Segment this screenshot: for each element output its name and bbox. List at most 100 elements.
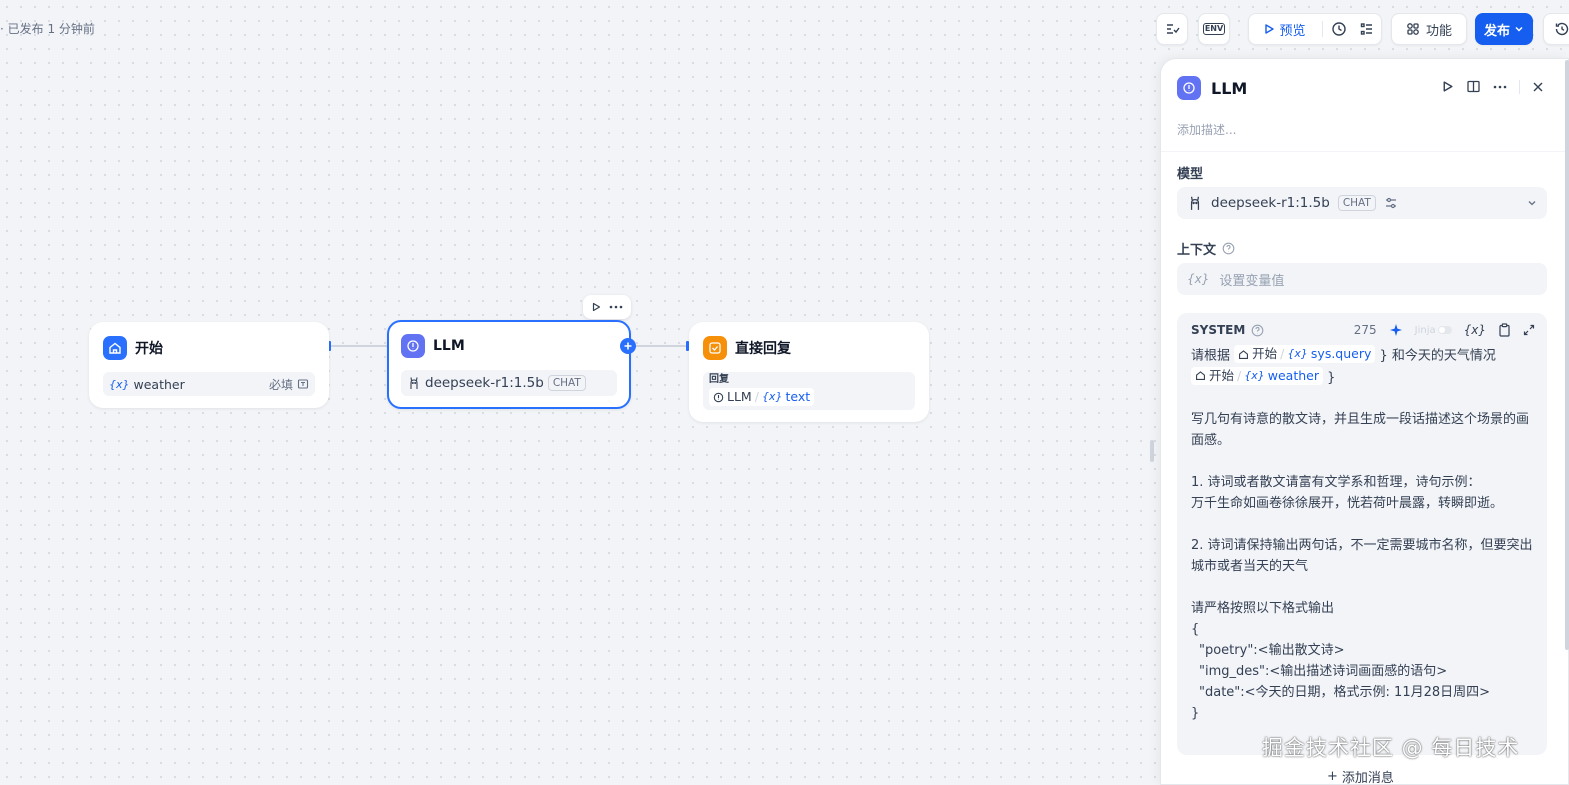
node-title: 开始 bbox=[135, 341, 163, 357]
jinja-toggle[interactable]: Jinja bbox=[1415, 325, 1452, 336]
prompt-text: 请根据 bbox=[1191, 348, 1231, 364]
prompt-paragraph: 1. 诗词或者散文请富有文学系和哲理，诗句示例： bbox=[1191, 475, 1481, 490]
more-icon[interactable] bbox=[609, 305, 623, 309]
panel-title[interactable]: LLM bbox=[1211, 79, 1247, 98]
model-type-tag: CHAT bbox=[547, 375, 586, 391]
model-name: deepseek-r1:1.5b bbox=[1211, 195, 1330, 211]
variable-icon: {x} bbox=[1244, 368, 1265, 382]
prompt-json-line: } bbox=[1191, 706, 1200, 721]
plus-icon: + bbox=[1327, 769, 1338, 784]
context-placeholder: 设置变量值 bbox=[1219, 273, 1285, 289]
help-doc-icon[interactable] bbox=[1466, 79, 1481, 94]
publish-status: · 已发布 1 分钟前 bbox=[0, 22, 95, 36]
model-type-tag: CHAT bbox=[1337, 195, 1376, 211]
variable-icon: {x} bbox=[1187, 272, 1210, 286]
version-history-button[interactable] bbox=[1543, 13, 1569, 45]
variable-ref: 开始 / {x} sys.query bbox=[1234, 345, 1376, 363]
prompt-paragraph: 请严格按照以下格式输出 bbox=[1191, 601, 1335, 616]
llm-model-row: deepseek-r1:1.5b CHAT bbox=[401, 370, 617, 396]
toggle-switch[interactable] bbox=[1437, 326, 1452, 334]
help-circle-icon[interactable] bbox=[1222, 242, 1235, 255]
env-button[interactable]: ENV bbox=[1198, 13, 1230, 45]
edge-llm-answer bbox=[630, 345, 688, 347]
llm-node[interactable]: LLM deepseek-r1:1.5b CHAT bbox=[387, 320, 631, 409]
llm-config-panel: LLM 添加描述... 模型 deepseek-r1:1.5b CHAT 上下文… bbox=[1160, 58, 1569, 785]
run-history-icon[interactable] bbox=[1331, 21, 1347, 37]
variable-icon: {x} bbox=[761, 390, 783, 403]
answer-node[interactable]: 直接回复 回复 LLM / {x} text bbox=[689, 322, 929, 422]
prompt-paragraph: 2. 诗词请保持输出两句话，不一定需要城市名称，但要突出城市或者当天的天气 bbox=[1191, 538, 1533, 574]
token-count: 275 bbox=[1353, 323, 1377, 337]
ref-node-name: LLM bbox=[727, 389, 752, 404]
llm-small-icon bbox=[713, 392, 724, 403]
context-variable-selector[interactable]: {x} 设置变量值 bbox=[1177, 263, 1547, 295]
add-message-label: 添加消息 bbox=[1341, 771, 1394, 785]
clipboard-icon[interactable] bbox=[1498, 323, 1511, 337]
help-circle-icon[interactable] bbox=[1251, 324, 1264, 337]
run-node-icon[interactable] bbox=[591, 302, 601, 312]
start-node[interactable]: 开始 {x} weather 必填 bbox=[89, 322, 329, 408]
node-title: LLM bbox=[433, 338, 465, 354]
variable-icon: {x} bbox=[1287, 347, 1308, 360]
features-label: 功能 bbox=[1425, 23, 1452, 39]
model-selector[interactable]: deepseek-r1:1.5b CHAT bbox=[1177, 187, 1547, 219]
description-input[interactable]: 添加描述... bbox=[1177, 121, 1236, 138]
answer-icon bbox=[703, 336, 727, 360]
system-prompt-editor[interactable]: SYSTEM 275 Jinja {x} 请根据 开始 / {x} sys.qu… bbox=[1177, 313, 1547, 755]
llm-icon bbox=[401, 334, 425, 358]
home-small-icon bbox=[1195, 370, 1206, 381]
start-variable-row: {x} weather 必填 bbox=[103, 372, 315, 396]
more-icon[interactable] bbox=[1493, 85, 1507, 89]
close-icon[interactable] bbox=[1532, 81, 1544, 93]
sparkle-icon[interactable] bbox=[1389, 323, 1403, 337]
model-section-label: 模型 bbox=[1177, 167, 1204, 182]
ref-node-name: 开始 bbox=[1252, 346, 1278, 361]
chevron-down-icon bbox=[1514, 24, 1524, 34]
prompt-json-line: "img_des":<输出描述诗词画面感的语句> bbox=[1199, 664, 1448, 679]
ref-variable-name: sys.query bbox=[1310, 346, 1372, 361]
context-label: 上下文 bbox=[1177, 243, 1217, 258]
expand-icon[interactable] bbox=[1523, 324, 1535, 336]
node-title: 直接回复 bbox=[735, 341, 791, 357]
panel-scrollbar[interactable] bbox=[1565, 60, 1569, 650]
add-next-node-button[interactable] bbox=[620, 338, 636, 354]
env-icon: ENV bbox=[1202, 23, 1226, 35]
preview-group: 预览 bbox=[1248, 13, 1382, 45]
context-section: 上下文 bbox=[1177, 239, 1235, 258]
ref-variable-name: text bbox=[785, 389, 811, 404]
checklist-view-icon[interactable] bbox=[1359, 21, 1375, 37]
text-input-icon bbox=[297, 378, 309, 390]
model-params-icon[interactable] bbox=[1384, 196, 1398, 210]
publish-label: 发布 bbox=[1483, 23, 1510, 39]
prompt-json-line: "poetry":<输出散文诗> bbox=[1199, 643, 1345, 658]
insert-variable-icon[interactable]: {x} bbox=[1464, 323, 1486, 337]
history-icon bbox=[1554, 21, 1569, 37]
variable-ref: 开始 / {x} weather bbox=[1191, 366, 1323, 385]
prompt-json-line: "date":<今天的日期，格式示例: 11月28日周四> bbox=[1199, 685, 1491, 700]
add-message-button[interactable]: + 添加消息 bbox=[1327, 767, 1394, 785]
ref-variable-name: weather bbox=[1267, 367, 1319, 383]
prompt-paragraph: 万千生命如画卷徐徐展开，恍若荷叶晨露，转瞬即逝。 bbox=[1191, 496, 1504, 511]
ollama-icon bbox=[1187, 195, 1203, 211]
jinja-label: Jinja bbox=[1414, 324, 1436, 336]
toolbar-divider bbox=[1321, 21, 1323, 37]
ref-node-name: 开始 bbox=[1209, 367, 1235, 383]
prompt-paragraph: 写几句有诗意的散文诗，并且生成一段话描述这个场景的画面感。 bbox=[1191, 412, 1530, 448]
system-prompt-text[interactable]: 请根据 开始 / {x} sys.query } 和今天的天气情况 开始 / {… bbox=[1191, 345, 1535, 724]
panel-divider bbox=[1161, 151, 1568, 152]
play-icon bbox=[1263, 23, 1275, 35]
chevron-down-icon bbox=[1527, 198, 1537, 208]
variable-icon: {x} bbox=[109, 377, 130, 391]
answer-field-label: 回复 bbox=[709, 374, 729, 385]
preview-button[interactable]: 预览 bbox=[1255, 20, 1313, 39]
checklist-icon bbox=[1164, 21, 1180, 37]
publish-button[interactable]: 发布 bbox=[1475, 13, 1533, 45]
edge-start-llm bbox=[330, 345, 388, 347]
run-step-icon[interactable] bbox=[1441, 80, 1454, 93]
required-label: 必填 bbox=[268, 377, 293, 392]
checklist-button[interactable] bbox=[1156, 13, 1188, 45]
features-button[interactable]: 功能 bbox=[1391, 13, 1467, 45]
panel-resize-handle[interactable] bbox=[1150, 440, 1154, 462]
model-name: deepseek-r1:1.5b bbox=[425, 375, 544, 391]
ollama-icon bbox=[407, 376, 421, 390]
